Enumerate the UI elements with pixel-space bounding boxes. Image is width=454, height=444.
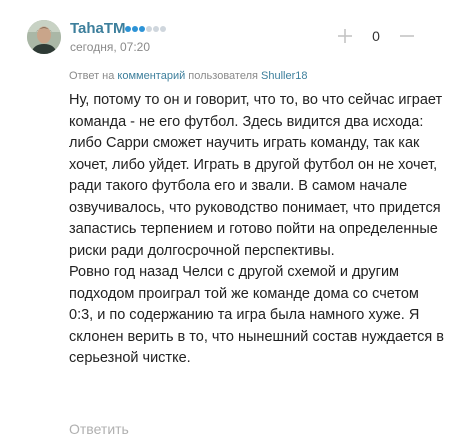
reply-to-info: Ответ на комментарий пользователя Shulle…	[69, 70, 308, 82]
plus-icon	[338, 29, 352, 43]
reply-to-middle: пользователя	[188, 70, 258, 82]
author-name[interactable]: TahaTM	[70, 20, 126, 37]
reply-button[interactable]: Ответить	[69, 421, 129, 437]
rating-dot	[125, 26, 131, 32]
parent-comment-link[interactable]: комментарий	[117, 70, 185, 82]
downvote-button[interactable]	[399, 28, 415, 44]
user-rating	[125, 26, 166, 32]
comment-body: Ну, потому то он и говорит, что то, во ч…	[69, 90, 447, 370]
upvote-button[interactable]	[337, 28, 353, 44]
avatar-photo-icon	[27, 20, 61, 54]
parent-user-link[interactable]: Shuller18	[261, 70, 307, 82]
rating-dot	[153, 26, 159, 32]
rating-dot	[146, 26, 152, 32]
avatar[interactable]	[27, 20, 61, 54]
comment-paragraph: Ровно год назад Челси с другой схемой и …	[69, 264, 444, 366]
rating-dot	[139, 26, 145, 32]
comment-paragraph: Ну, потому то он и говорит, что то, во ч…	[69, 92, 443, 259]
rating-dot	[160, 26, 166, 32]
comment-card: TahaTM сегодня, 07:20 0 Ответ на коммент…	[0, 0, 454, 444]
minus-icon	[400, 35, 414, 37]
rating-dot	[132, 26, 138, 32]
comment-timestamp: сегодня, 07:20	[70, 40, 151, 54]
reply-to-prefix: Ответ на	[69, 70, 115, 82]
vote-count: 0	[372, 28, 380, 44]
